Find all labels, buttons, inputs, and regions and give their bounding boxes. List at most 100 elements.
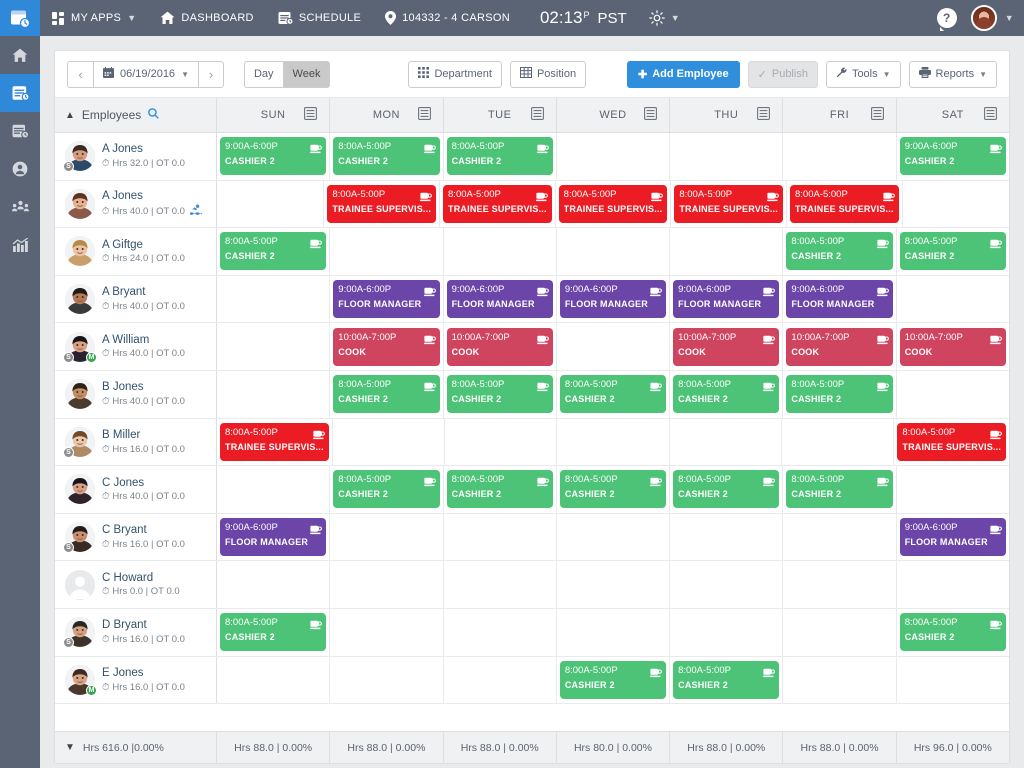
schedule-cell-mon[interactable]: 8:00A-5:00PCASHIER 2 — [330, 466, 443, 513]
schedule-cell-wed[interactable]: 8:00A-5:00PCASHIER 2 — [557, 466, 670, 513]
schedule-cell-tue[interactable]: 8:00A-5:00PCASHIER 2 — [444, 133, 557, 180]
employee-name[interactable]: B Jones — [102, 381, 185, 394]
chevron-down-icon[interactable]: ▼ — [65, 742, 75, 753]
shift-block[interactable]: 9:00A-6:00PFLOOR MANAGER — [560, 280, 666, 318]
day-header-thu[interactable]: THU — [670, 98, 783, 132]
avatar[interactable]: S — [65, 427, 95, 457]
employee-cell[interactable]: B Jones⏱Hrs 40.0 | OT 0.0 — [55, 371, 217, 418]
schedule-cell-fri[interactable] — [783, 609, 896, 656]
schedule-cell-sat[interactable] — [903, 181, 1009, 228]
day-header-fri[interactable]: FRI — [783, 98, 896, 132]
schedule-cell-fri[interactable] — [782, 419, 894, 466]
schedule-cell-tue[interactable] — [444, 514, 557, 561]
view-week-button[interactable]: Week — [283, 61, 331, 88]
schedule-cell-sun[interactable] — [217, 371, 330, 418]
shift-block[interactable]: 9:00A-6:00PCASHIER 2 — [900, 137, 1006, 175]
schedule-cell-sat[interactable]: 9:00A-6:00PFLOOR MANAGER — [897, 514, 1009, 561]
employee-name[interactable]: C Jones — [102, 477, 185, 490]
schedule-cell-tue[interactable]: 9:00A-6:00PFLOOR MANAGER — [444, 276, 557, 323]
shift-block[interactable]: 9:00A-6:00PFLOOR MANAGER — [786, 280, 892, 318]
schedule-cell-wed[interactable] — [557, 419, 669, 466]
employee-cell[interactable]: SD Bryant⏱Hrs 16.0 | OT 0.0 — [55, 609, 217, 656]
schedule-cell-sat[interactable] — [897, 371, 1009, 418]
schedule-cell-fri[interactable]: 8:00A-5:00PCASHIER 2 — [783, 371, 896, 418]
schedule-cell-fri[interactable]: 9:00A-6:00PFLOOR MANAGER — [783, 276, 896, 323]
schedule-cell-sat[interactable]: 8:00A-5:00PCASHIER 2 — [897, 228, 1009, 275]
shift-block[interactable]: 8:00A-5:00PCASHIER 2 — [447, 375, 553, 413]
avatar[interactable] — [65, 379, 95, 409]
sidebar-item-reports[interactable] — [0, 226, 40, 264]
schedule-cell-wed[interactable] — [557, 228, 670, 275]
shift-block[interactable]: 8:00A-5:00PTRAINEE SUPERVIS... — [327, 185, 436, 223]
shift-block[interactable]: 8:00A-5:00PCASHIER 2 — [560, 470, 666, 508]
schedule-cell-sat[interactable] — [897, 657, 1009, 704]
sidebar-item-home[interactable] — [0, 36, 40, 74]
schedule-cell-sat[interactable] — [897, 276, 1009, 323]
schedule-cell-fri[interactable] — [783, 657, 896, 704]
schedule-cell-sun[interactable] — [217, 181, 324, 228]
schedule-cell-sun[interactable] — [217, 466, 330, 513]
shift-block[interactable]: 8:00A-5:00PCASHIER 2 — [560, 375, 666, 413]
schedule-cell-mon[interactable]: 8:00A-5:00PCASHIER 2 — [330, 371, 443, 418]
day-header-sun[interactable]: SUN — [217, 98, 330, 132]
shift-block[interactable]: 9:00A-6:00PCASHIER 2 — [220, 137, 326, 175]
schedule-cell-sat[interactable]: 8:00A-5:00PTRAINEE SUPERVIS... — [894, 419, 1009, 466]
employee-name[interactable]: C Howard — [102, 572, 180, 585]
schedule-cell-wed[interactable] — [557, 561, 670, 608]
avatar[interactable] — [65, 284, 95, 314]
nav-dashboard[interactable]: DASHBOARD — [148, 0, 265, 36]
schedule-cell-sun[interactable] — [217, 276, 330, 323]
shift-block[interactable]: 8:00A-5:00PCASHIER 2 — [673, 470, 779, 508]
schedule-cell-tue[interactable]: 8:00A-5:00PTRAINEE SUPERVIS... — [440, 181, 556, 228]
shift-block[interactable]: 8:00A-5:00PCASHIER 2 — [673, 661, 779, 699]
shift-block[interactable]: 8:00A-5:00PCASHIER 2 — [220, 613, 326, 651]
shift-block[interactable]: 8:00A-5:00PTRAINEE SUPERVIS... — [674, 185, 783, 223]
schedule-cell-sun[interactable]: 9:00A-6:00PCASHIER 2 — [217, 133, 330, 180]
shift-block[interactable]: 8:00A-5:00PCASHIER 2 — [786, 375, 892, 413]
schedule-cell-wed[interactable] — [557, 514, 670, 561]
avatar[interactable] — [65, 236, 95, 266]
schedule-cell-mon[interactable] — [330, 514, 443, 561]
employee-cell[interactable]: SA Jones⏱Hrs 32.0 | OT 0.0 — [55, 133, 217, 180]
schedule-cell-fri[interactable]: 8:00A-5:00PCASHIER 2 — [783, 466, 896, 513]
nav-my-apps[interactable]: MY APPS ▼ — [40, 0, 148, 36]
column-menu-icon[interactable] — [531, 107, 544, 123]
schedule-cell-wed[interactable]: 8:00A-5:00PTRAINEE SUPERVIS... — [556, 181, 672, 228]
employee-name[interactable]: A Giftge — [102, 239, 185, 252]
employee-name[interactable]: E Jones — [102, 667, 185, 680]
app-logo[interactable] — [0, 0, 40, 36]
schedule-cell-tue[interactable]: 10:00A-7:00PCOOK — [444, 323, 557, 370]
shift-block[interactable]: 8:00A-5:00PTRAINEE SUPERVIS... — [559, 185, 668, 223]
schedule-cell-tue[interactable] — [444, 561, 557, 608]
weather-selector[interactable]: ▼ — [637, 0, 692, 36]
avatar[interactable] — [971, 5, 997, 31]
shift-block[interactable]: 8:00A-5:00PCASHIER 2 — [220, 232, 326, 270]
schedule-cell-tue[interactable] — [444, 657, 557, 704]
shift-block[interactable]: 8:00A-5:00PTRAINEE SUPERVIS... — [790, 185, 899, 223]
schedule-cell-tue[interactable]: 8:00A-5:00PCASHIER 2 — [444, 371, 557, 418]
group-by-position-button[interactable]: Position — [510, 61, 586, 88]
shift-block[interactable]: 8:00A-5:00PCASHIER 2 — [560, 661, 666, 699]
prev-week-button[interactable]: ‹ — [67, 61, 93, 88]
shift-block[interactable]: 8:00A-5:00PCASHIER 2 — [900, 232, 1006, 270]
schedule-cell-fri[interactable]: 10:00A-7:00PCOOK — [783, 323, 896, 370]
column-menu-icon[interactable] — [871, 107, 884, 123]
schedule-cell-mon[interactable] — [330, 657, 443, 704]
schedule-cell-sat[interactable]: 8:00A-5:00PCASHIER 2 — [897, 609, 1009, 656]
nav-schedule[interactable]: SCHEDULE — [266, 0, 373, 36]
shift-block[interactable]: 9:00A-6:00PFLOOR MANAGER — [900, 518, 1006, 556]
sidebar-item-schedule[interactable] — [0, 74, 40, 112]
shift-block[interactable]: 10:00A-7:00PCOOK — [447, 328, 553, 366]
employee-cell[interactable]: ME Jones⏱Hrs 16.0 | OT 0.0 — [55, 657, 217, 704]
employee-name[interactable]: A Jones — [102, 190, 202, 203]
shift-block[interactable]: 8:00A-5:00PTRAINEE SUPERVIS... — [443, 185, 552, 223]
shift-block[interactable]: 8:00A-5:00PCASHIER 2 — [333, 375, 439, 413]
employee-cell[interactable]: A Bryant⏱Hrs 40.0 | OT 0.0 — [55, 276, 217, 323]
schedule-cell-thu[interactable]: 10:00A-7:00PCOOK — [670, 323, 783, 370]
employee-name[interactable]: A Jones — [102, 143, 185, 156]
schedule-cell-sun[interactable] — [217, 561, 330, 608]
employees-column-header[interactable]: ▲ Employees — [55, 98, 217, 132]
employee-name[interactable]: B Miller — [102, 429, 185, 442]
schedule-cell-mon[interactable] — [330, 228, 443, 275]
schedule-cell-mon[interactable]: 8:00A-5:00PTRAINEE SUPERVIS... — [324, 181, 440, 228]
